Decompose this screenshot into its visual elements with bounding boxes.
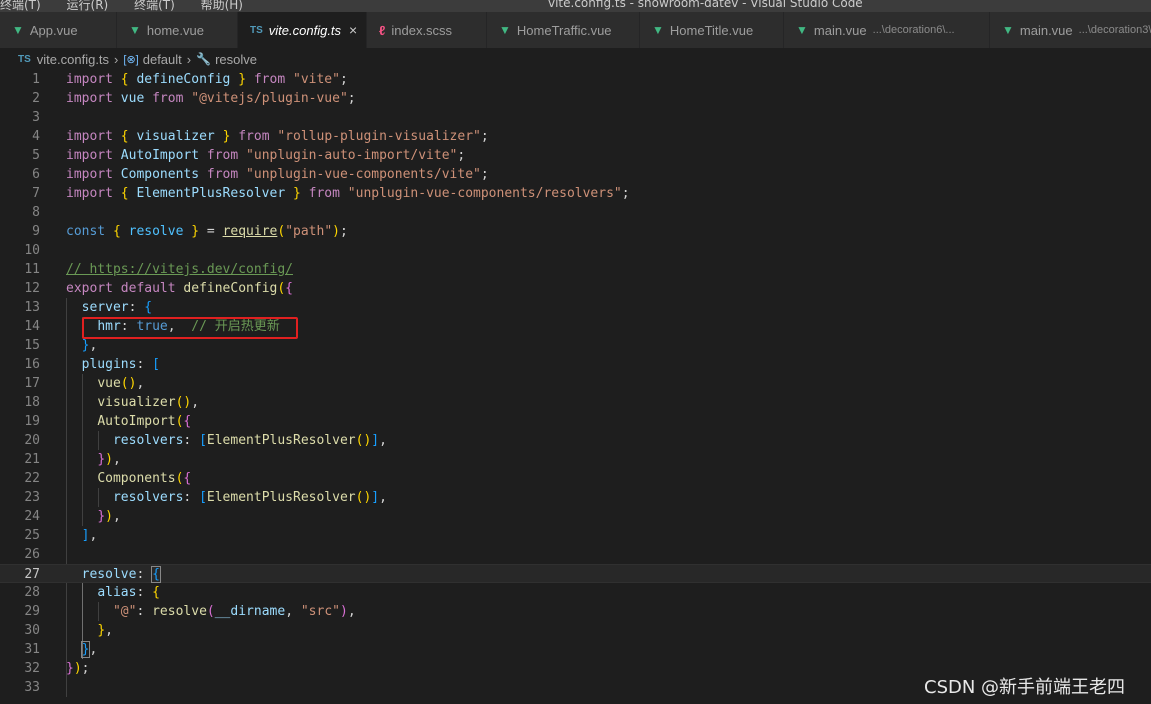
tab-label: main.vue: [813, 22, 867, 38]
code-line: 24 }),: [24, 509, 121, 524]
code-line: 20 resolvers: [ElementPlusResolver()],: [24, 433, 387, 448]
breadcrumb-file[interactable]: vite.config.ts: [37, 52, 109, 67]
menu-bar[interactable]: 终端(T) 运行(R) 终端(T) 帮助(H): [0, 0, 265, 12]
code-line: 26: [24, 547, 40, 562]
code-line: 28 alias: {: [24, 585, 160, 600]
highlight-box: [82, 317, 298, 339]
menu-terminal-2[interactable]: 终端(T): [134, 0, 175, 12]
code-line: 5 import AutoImport from "unplugin-auto-i…: [32, 148, 466, 163]
breadcrumb-symbol-default[interactable]: default: [143, 52, 182, 67]
vue-icon: ▼: [499, 23, 511, 37]
code-line: 3: [32, 110, 40, 125]
ts-icon: TS: [250, 24, 263, 36]
code-line: 16 plugins: [: [24, 357, 160, 372]
code-line: 12 export default defineConfig({: [24, 281, 293, 296]
editor-tabs: ▼ App.vue ▼ home.vue TS vite.config.ts ×…: [0, 12, 1151, 48]
code-editor[interactable]: 1 import { defineConfig } from "vite"; 2i…: [0, 70, 1151, 704]
breadcrumb-symbol-resolve[interactable]: resolve: [215, 52, 257, 67]
tab-main-vue-decoration6[interactable]: ▼ main.vue ...\decoration6\...: [784, 12, 990, 48]
ts-icon: TS: [18, 53, 31, 65]
code-line: 4 import { visualizer } from "rollup-plug…: [32, 129, 489, 144]
tab-label: HomeTitle.vue: [669, 22, 754, 38]
wrench-icon: 🔧: [196, 52, 212, 66]
code-line: 1 import { defineConfig } from "vite";: [32, 72, 348, 87]
title-bar: 终端(T) 运行(R) 终端(T) 帮助(H) vite.config.ts -…: [0, 0, 1151, 12]
scss-icon: ℓ: [379, 22, 386, 38]
symbol-variable-icon: [⊗]: [123, 53, 139, 66]
code-line: 7 import { ElementPlusResolver } from "un…: [32, 186, 630, 201]
tab-index-scss[interactable]: ℓ index.scss: [367, 12, 487, 48]
tab-app-vue[interactable]: ▼ App.vue: [0, 12, 117, 48]
code-line-current: 27 resolve: {: [0, 564, 1151, 583]
vue-icon: ▼: [652, 23, 664, 37]
tab-label: vite.config.ts: [268, 22, 342, 38]
code-line: 29 "@": resolve(__dirname, "src"),: [24, 604, 356, 619]
vue-icon: ▼: [796, 23, 808, 37]
code-line: 31 },: [24, 641, 98, 658]
code-line: 2 import vue from "@vitejs/plugin-vue";: [32, 91, 356, 106]
menu-run[interactable]: 运行(R): [67, 0, 109, 12]
code-line: 22 Components({: [24, 471, 192, 486]
close-icon[interactable]: ×: [349, 22, 357, 38]
code-line: 6 import Components from "unplugin-vue-co…: [32, 167, 489, 182]
tab-description: ...\decoration3\...: [1078, 24, 1151, 36]
code-line: 11// https://vitejs.dev/config/: [24, 262, 293, 277]
menu-terminal[interactable]: 终端(T): [0, 0, 41, 12]
tab-vite-config-ts[interactable]: TS vite.config.ts ×: [238, 12, 367, 48]
vue-icon: ▼: [129, 23, 141, 37]
code-line: 23 resolvers: [ElementPlusResolver()],: [24, 490, 387, 505]
tab-home-vue[interactable]: ▼ home.vue: [117, 12, 238, 48]
chevron-right-icon: ›: [186, 51, 192, 67]
code-line: 8: [32, 205, 40, 220]
tab-label: HomeTraffic.vue: [516, 22, 612, 38]
code-line: 17 vue(),: [24, 376, 145, 391]
tab-description: ...\decoration6\...: [872, 24, 955, 36]
watermark: CSDN @新手前端王老四: [924, 677, 1126, 698]
menu-help[interactable]: 帮助(H): [201, 0, 243, 12]
breadcrumb: TS vite.config.ts › [⊗] default › 🔧 reso…: [0, 48, 1151, 70]
tab-label: App.vue: [29, 22, 78, 38]
vue-icon: ▼: [12, 23, 24, 37]
window-title: vite.config.ts - showroom-datev - Visual…: [548, 0, 863, 10]
code-line: 9 const { resolve } = require("path");: [32, 224, 348, 239]
tab-hometraffic-vue[interactable]: ▼ HomeTraffic.vue: [487, 12, 640, 48]
code-line: 13 server: {: [24, 300, 153, 315]
vue-icon: ▼: [1002, 23, 1014, 37]
tab-label: index.scss: [391, 22, 453, 38]
tab-label: home.vue: [146, 22, 204, 38]
tab-label: main.vue: [1019, 22, 1073, 38]
code-line: 19 AutoImport({: [24, 414, 192, 429]
tab-main-vue-decoration3[interactable]: ▼ main.vue ...\decoration3\...: [990, 12, 1151, 48]
tab-hometitle-vue[interactable]: ▼ HomeTitle.vue: [640, 12, 784, 48]
code-line: 10: [24, 243, 40, 258]
code-line: 21 }),: [24, 452, 121, 467]
code-line: 18 visualizer(),: [24, 395, 200, 410]
chevron-right-icon: ›: [114, 51, 119, 67]
code-line: 30 },: [24, 623, 113, 638]
code-line: 25 ],: [24, 528, 98, 543]
